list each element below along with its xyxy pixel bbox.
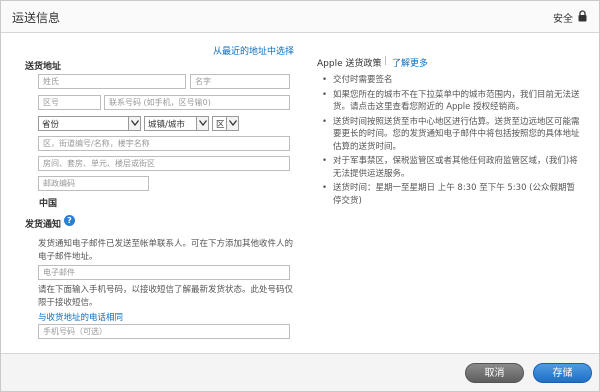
policy-item: 交付时需要签名 [319,74,581,87]
policy-item: 如果您所在的城市不在下拉菜单中的城市范围内，我们目前无法送货。请点击这里查看您附… [319,89,581,114]
secure-label: 安全 [553,14,573,25]
chevron-down-icon [128,117,140,130]
district-select[interactable]: 区 [212,116,239,131]
save-button[interactable]: 存储 [533,363,592,383]
sms-notice-text: 请在下面输入手机号码，以接收短信了解最新发货状态。此处号码仅限于接收短信。 [38,285,294,308]
chevron-down-icon [196,117,208,130]
last-name-input[interactable] [38,74,186,89]
dialog-title: 运送信息 [12,11,61,25]
dialog-footer: 取消 存储 [1,353,599,391]
email-input[interactable] [38,265,290,280]
postal-code-input[interactable] [38,176,149,191]
province-select[interactable]: 省份 [38,116,141,131]
same-as-shipping-phone-link[interactable]: 与收货地址的电话相同 [38,311,123,323]
shipping-dialog: 运送信息 安全 从最近的地址中选择 送货地址 省份 城镇/城市 区 中国 发货通… [0,0,600,392]
policy-separator: | [384,56,388,66]
help-icon[interactable]: ? [64,215,75,226]
dialog-header: 运送信息 安全 [1,1,599,33]
country-label: 中国 [39,199,58,209]
policy-item: 对于军事禁区，保税监管区或者其他任何政府监管区域，(我们)将无法提供运送服务。 [319,155,581,180]
policy-item: 送货时间按照送货至市中心地区进行估算。送货至边远地区可能需要更长的时间。您的发货… [319,116,581,154]
email-notice-text: 发货通知电子邮件已发送至帐单联系人。可在下方添加其他收件人的电子邮件地址。 [38,239,294,262]
policy-list: 交付时需要签名 如果您所在的城市不在下拉菜单中的城市范围内，我们目前无法送货。请… [319,74,581,209]
city-select[interactable]: 城镇/城市 [144,116,209,131]
city-value: 城镇/城市 [148,120,185,130]
cancel-button[interactable]: 取消 [465,363,524,383]
shipping-notification-label: 发货通知 [25,220,62,230]
district-value: 区 [216,120,225,130]
street-input[interactable] [38,136,290,151]
policy-title: Apple 送货政策 [317,59,382,69]
shipping-address-label: 送货地址 [25,62,62,72]
area-code-input[interactable] [38,95,101,110]
lock-icon [578,10,587,22]
learn-more-link[interactable]: 了解更多 [392,56,428,69]
first-name-input[interactable] [190,74,290,89]
mobile-input[interactable] [38,324,290,339]
phone-number-input[interactable] [104,95,290,110]
chevron-down-icon [226,117,238,130]
select-recent-address-link[interactable]: 从最近的地址中选择 [213,44,294,57]
province-value: 省份 [42,120,60,130]
unit-input[interactable] [38,156,290,171]
policy-item: 送货时间：星期一至星期日 上午 8:30 至下午 5:30 (公众假期暂停交货) [319,182,581,207]
